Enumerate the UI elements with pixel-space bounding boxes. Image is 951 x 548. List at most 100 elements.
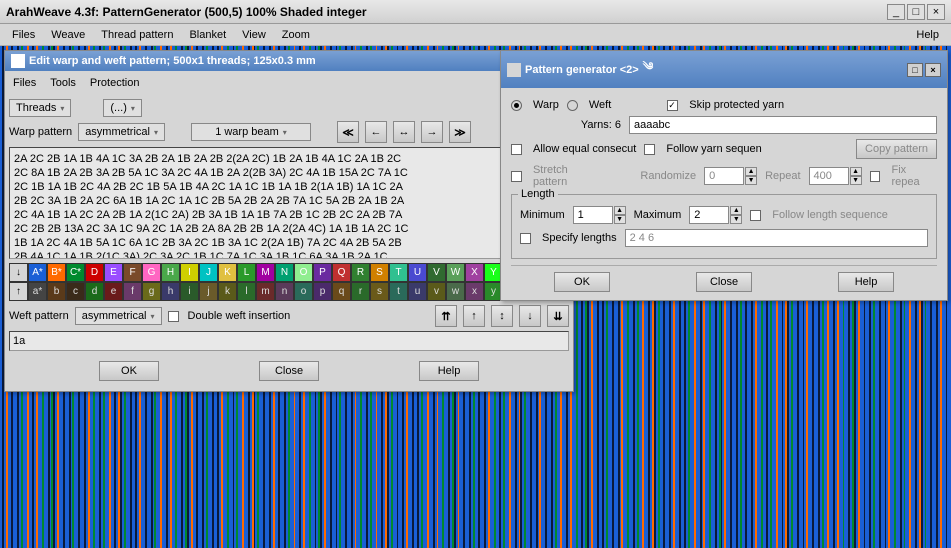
palette-P[interactable]: P <box>313 263 332 282</box>
weft-pattern-input[interactable]: 1a <box>9 331 569 351</box>
repeat-input[interactable]: 400 <box>809 167 849 185</box>
weft-first-button[interactable]: ⇈ <box>435 305 457 327</box>
specify-lengths-checkbox[interactable] <box>520 233 531 244</box>
edit-menu-files[interactable]: Files <box>13 77 36 89</box>
palette-b[interactable]: b <box>47 282 66 301</box>
repeat-down[interactable]: ▼ <box>850 176 862 185</box>
allow-equal-checkbox[interactable] <box>511 144 522 155</box>
weft-swap-button[interactable]: ↕ <box>491 305 513 327</box>
edit-close-button[interactable]: Close <box>259 361 319 381</box>
maximize-button[interactable]: □ <box>907 4 925 20</box>
weft-up-button[interactable]: ↑ <box>463 305 485 327</box>
palette-x[interactable]: x <box>465 282 484 301</box>
menu-view[interactable]: View <box>234 27 274 43</box>
gen-help-button[interactable]: Help <box>838 272 894 292</box>
stretch-checkbox[interactable] <box>511 171 522 182</box>
repeat-up[interactable]: ▲ <box>850 167 862 176</box>
gen-ok-button[interactable]: OK <box>554 272 610 292</box>
edit-dialog-titlebar[interactable]: Edit warp and weft pattern; 500x1 thread… <box>5 51 573 71</box>
warp-symmetry-combo[interactable]: asymmetrical <box>78 123 165 141</box>
warp-next-button[interactable]: → <box>421 121 443 143</box>
palette-down-icon[interactable]: ↓ <box>9 263 28 282</box>
palette-F[interactable]: F <box>123 263 142 282</box>
palette-V[interactable]: V <box>427 263 446 282</box>
max-input[interactable]: 2 <box>689 206 729 224</box>
menu-weave[interactable]: Weave <box>43 27 93 43</box>
warp-beam-combo[interactable]: 1 warp beam <box>191 123 311 141</box>
palette-O[interactable]: O <box>294 263 313 282</box>
palette-w[interactable]: w <box>446 282 465 301</box>
copy-pattern-button[interactable]: Copy pattern <box>856 139 937 159</box>
palette-X[interactable]: X <box>465 263 484 282</box>
warp-last-button[interactable]: ≫ <box>449 121 471 143</box>
palette-astar[interactable]: a* <box>28 282 47 301</box>
menu-thread-pattern[interactable]: Thread pattern <box>93 27 181 43</box>
palette-K[interactable]: K <box>218 263 237 282</box>
gen-maximize-button[interactable]: □ <box>907 63 923 77</box>
minimize-button[interactable]: _ <box>887 4 905 20</box>
max-up[interactable]: ▲ <box>730 206 742 215</box>
weft-symmetry-combo[interactable]: asymmetrical <box>75 307 162 325</box>
palette-m[interactable]: m <box>256 282 275 301</box>
palette-j[interactable]: j <box>199 282 218 301</box>
min-up[interactable]: ▲ <box>614 206 626 215</box>
palette-Cstar[interactable]: C* <box>66 263 85 282</box>
follow-yarn-checkbox[interactable] <box>644 144 655 155</box>
palette-k[interactable]: k <box>218 282 237 301</box>
warp-pattern-textarea[interactable]: 2A 2C 2B 1A 1B 4A 1C 3A 2B 2A 1B 2A 2B 2… <box>9 147 569 259</box>
follow-length-checkbox[interactable] <box>750 210 761 221</box>
palette-G[interactable]: G <box>142 263 161 282</box>
palette-I[interactable]: I <box>180 263 199 282</box>
menu-zoom[interactable]: Zoom <box>274 27 318 43</box>
palette-J[interactable]: J <box>199 263 218 282</box>
warp-prev-button[interactable]: ← <box>365 121 387 143</box>
palette-o[interactable]: o <box>294 282 313 301</box>
palette-q[interactable]: q <box>332 282 351 301</box>
edit-ok-button[interactable]: OK <box>99 361 159 381</box>
palette-M[interactable]: M <box>256 263 275 282</box>
randomize-down[interactable]: ▼ <box>745 176 757 185</box>
edit-menu-protection[interactable]: Protection <box>90 77 140 89</box>
palette-s[interactable]: s <box>370 282 389 301</box>
palette-D[interactable]: D <box>85 263 104 282</box>
weft-radio[interactable] <box>567 100 578 111</box>
weft-last-button[interactable]: ⇊ <box>547 305 569 327</box>
double-weft-checkbox[interactable] <box>168 311 179 322</box>
palette-E[interactable]: E <box>104 263 123 282</box>
warp-first-button[interactable]: ≪ <box>337 121 359 143</box>
warp-radio[interactable] <box>511 100 522 111</box>
palette-U[interactable]: U <box>408 263 427 282</box>
palette-i[interactable]: i <box>180 282 199 301</box>
palette-Bstar[interactable]: B* <box>47 263 66 282</box>
warp-swap-button[interactable]: ↔ <box>393 121 415 143</box>
palette-u[interactable]: u <box>408 282 427 301</box>
specify-lengths-input[interactable]: 2 4 6 <box>625 229 928 247</box>
min-down[interactable]: ▼ <box>614 215 626 224</box>
palette-h[interactable]: h <box>161 282 180 301</box>
palette-d[interactable]: d <box>85 282 104 301</box>
palette-W[interactable]: W <box>446 263 465 282</box>
edit-menu-tools[interactable]: Tools <box>50 77 76 89</box>
randomize-up[interactable]: ▲ <box>745 167 757 176</box>
gen-close-button[interactable]: × <box>925 63 941 77</box>
palette-f[interactable]: f <box>123 282 142 301</box>
gen-close-btn[interactable]: Close <box>696 272 752 292</box>
fix-repeat-checkbox[interactable] <box>870 171 881 182</box>
palette-g[interactable]: g <box>142 282 161 301</box>
weft-down-button[interactable]: ↓ <box>519 305 541 327</box>
menu-help[interactable]: Help <box>908 27 947 43</box>
threads-dropdown[interactable]: Threads <box>9 99 71 117</box>
palette-Astar[interactable]: A* <box>28 263 47 282</box>
palette-n[interactable]: n <box>275 282 294 301</box>
close-button[interactable]: × <box>927 4 945 20</box>
palette-t[interactable]: t <box>389 282 408 301</box>
yarns-input[interactable]: aaaabc <box>629 116 937 134</box>
palette-up-icon[interactable]: ↑ <box>9 282 28 301</box>
palette-v[interactable]: v <box>427 282 446 301</box>
palette-H[interactable]: H <box>161 263 180 282</box>
edit-help-button[interactable]: Help <box>419 361 479 381</box>
gen-dialog-titlebar[interactable]: Pattern generator <2> ༄ □ × <box>501 51 947 88</box>
palette-Q[interactable]: Q <box>332 263 351 282</box>
palette-T[interactable]: T <box>389 263 408 282</box>
palette-N[interactable]: N <box>275 263 294 282</box>
